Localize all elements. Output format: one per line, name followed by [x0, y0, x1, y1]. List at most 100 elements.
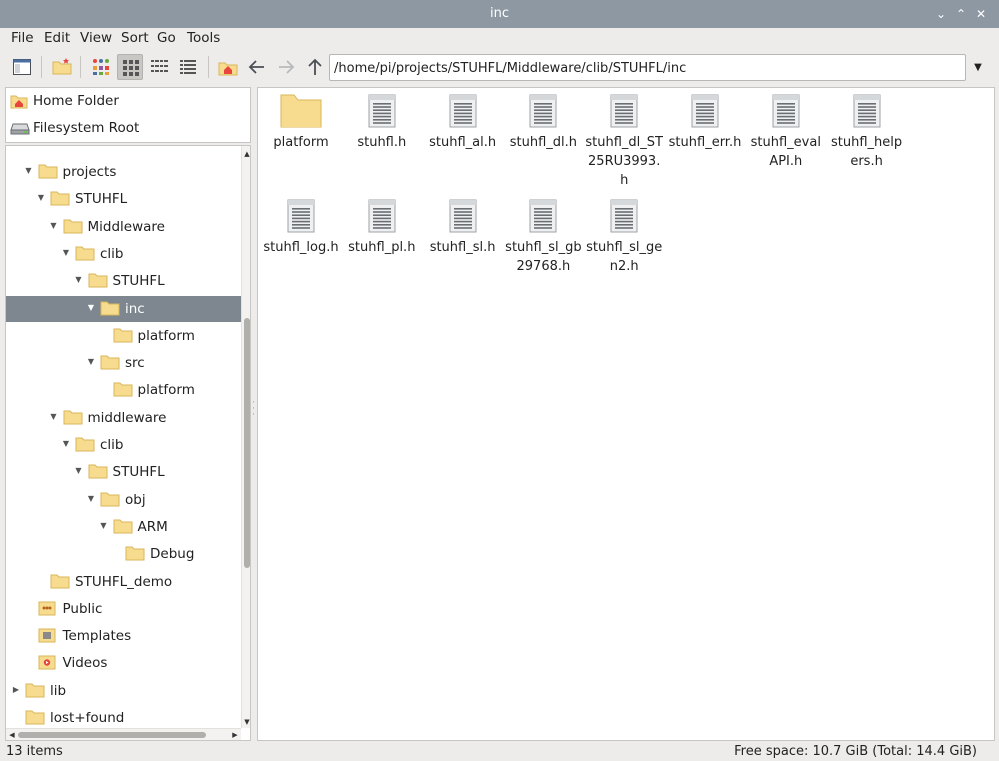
file-item[interactable]: stuhfl_evalAPI.h — [747, 93, 825, 171]
scroll-left-arrow-icon[interactable]: ◀ — [6, 729, 18, 740]
expander-open-icon[interactable]: ▼ — [35, 192, 47, 204]
tree-item-public[interactable]: Public — [6, 596, 241, 622]
tree-item-label: STUHFL — [112, 464, 165, 481]
folder-icon — [50, 574, 70, 588]
scroll-right-arrow-icon[interactable]: ▶ — [229, 729, 241, 740]
file-name: stuhfl_evalAPI.h — [750, 135, 821, 169]
expander-open-icon[interactable]: ▼ — [85, 356, 97, 368]
folder-item[interactable]: platform — [262, 93, 340, 152]
menu-file[interactable]: File — [11, 30, 34, 46]
file-name: platform — [273, 135, 329, 150]
file-view[interactable]: platform stuhfl.h stuhfl_al.h stuhfl_dl.h st… — [257, 87, 995, 741]
tree-item-inc[interactable]: ▼ inc — [6, 295, 241, 322]
directory-tree[interactable]: ▼ projects ▼ STUHFL ▼ Middleware ▼ clib ▼ STUHFL ▼… — [5, 145, 251, 741]
new-folder-button[interactable] — [49, 54, 75, 80]
forward-button[interactable] — [273, 54, 299, 80]
tree-item-templates[interactable]: Templates — [6, 623, 241, 649]
menu-sort[interactable]: Sort — [121, 30, 149, 46]
view-icons-button[interactable] — [117, 54, 143, 80]
place-filesystem-root[interactable]: Filesystem Root — [6, 115, 250, 141]
file-item[interactable]: stuhfl.h — [343, 93, 421, 152]
expander-open-icon[interactable]: ▼ — [98, 520, 110, 532]
tree-item-label: lost+found — [50, 710, 125, 726]
title-bar[interactable]: inc ⌄ ⌃ ✕ — [0, 0, 999, 28]
tree-item-lib[interactable]: ▶ lib — [6, 678, 241, 704]
expander-open-icon[interactable]: ▼ — [85, 493, 97, 505]
arrow-up-icon — [308, 58, 322, 75]
tree-vertical-scrollbar[interactable]: ▲ ▼ — [241, 146, 250, 728]
menu-edit[interactable]: Edit — [44, 30, 70, 46]
home-button[interactable] — [215, 54, 241, 80]
new-window-button[interactable] — [9, 54, 35, 80]
file-item[interactable]: stuhfl_helpers.h — [828, 93, 906, 171]
file-item[interactable]: stuhfl_sl_gb29768.h — [504, 198, 582, 276]
file-item[interactable]: stuhfl_sl_gen2.h — [585, 198, 663, 276]
expander-open-icon[interactable]: ▼ — [85, 302, 97, 314]
minimize-button[interactable]: ⌄ — [932, 5, 950, 23]
up-button[interactable] — [302, 54, 328, 80]
tree-horizontal-scrollbar[interactable]: ◀ ▶ — [6, 728, 241, 740]
tree-item-clib[interactable]: ▼ clib — [6, 241, 241, 267]
menu-go[interactable]: Go — [157, 30, 176, 46]
file-item[interactable]: stuhfl_log.h — [262, 198, 340, 257]
tree-item-videos[interactable]: Videos — [6, 650, 241, 676]
scroll-thumb[interactable] — [18, 732, 206, 738]
pane-splitter[interactable]: · · · — [251, 399, 256, 420]
close-button[interactable]: ✕ — [972, 5, 990, 23]
file-item[interactable]: stuhfl_sl.h — [424, 198, 502, 257]
place-home-folder[interactable]: Home Folder — [6, 88, 250, 114]
tree-item-stuhfl-demo[interactable]: STUHFL_demo — [6, 569, 241, 595]
file-item[interactable]: stuhfl_dl_ST25RU3993.h — [585, 93, 663, 190]
tree-item-middleware[interactable]: ▼ Middleware — [6, 214, 241, 240]
tree-item-clib[interactable]: ▼ clib — [6, 432, 241, 458]
file-item[interactable]: stuhfl_al.h — [424, 93, 502, 152]
back-button[interactable] — [244, 54, 270, 80]
path-history-dropdown[interactable]: ▼ — [968, 58, 988, 78]
view-thumbnails-button[interactable] — [88, 54, 114, 80]
tree-item-label: Middleware — [87, 218, 165, 235]
scroll-up-arrow-icon[interactable]: ▲ — [242, 148, 250, 160]
location-bar[interactable] — [329, 54, 966, 81]
expander-open-icon[interactable]: ▼ — [23, 165, 35, 177]
tree-item-platform[interactable]: platform — [6, 377, 241, 403]
maximize-button[interactable]: ⌃ — [952, 5, 970, 23]
tree-item-platform[interactable]: platform — [6, 323, 241, 349]
text-file-icon — [610, 94, 638, 128]
file-name: stuhfl_log.h — [263, 240, 339, 255]
folder-icon — [38, 164, 57, 179]
tree-item-src[interactable]: ▼ src — [6, 350, 241, 376]
scroll-thumb[interactable] — [244, 318, 250, 568]
tree-item-obj[interactable]: ▼ obj — [6, 487, 241, 513]
menu-tools[interactable]: Tools — [187, 30, 220, 46]
tree-item-label: projects — [62, 164, 117, 180]
tree-item-debug[interactable]: Debug — [6, 541, 241, 567]
menu-view[interactable]: View — [80, 30, 112, 46]
expander-open-icon[interactable]: ▼ — [48, 220, 60, 232]
tree-item-stuhfl[interactable]: ▼ STUHFL — [6, 186, 241, 212]
tree-item-stuhfl[interactable]: ▼ STUHFL — [6, 268, 241, 294]
file-name: stuhfl_sl_gb29768.h — [505, 240, 582, 274]
view-compact-button[interactable] — [146, 54, 172, 80]
file-name: stuhfl_sl.h — [429, 240, 496, 255]
folder-icon — [25, 683, 45, 698]
folder-icon — [63, 410, 82, 425]
expander-open-icon[interactable]: ▼ — [73, 465, 85, 477]
expander-open-icon[interactable]: ▼ — [73, 274, 85, 286]
scroll-down-arrow-icon[interactable]: ▼ — [242, 716, 250, 728]
tree-item-projects[interactable]: ▼ projects — [6, 159, 241, 185]
tree-item-stuhfl[interactable]: ▼ STUHFL — [6, 459, 241, 485]
path-input[interactable] — [334, 59, 954, 77]
file-item[interactable]: stuhfl_dl.h — [504, 93, 582, 152]
tree-item-arm[interactable]: ▼ ARM — [6, 514, 241, 540]
expander-open-icon[interactable]: ▼ — [48, 411, 60, 423]
tree-item-middleware[interactable]: ▼ middleware — [6, 405, 241, 431]
file-item[interactable]: stuhfl_pl.h — [343, 198, 421, 257]
expander-open-icon[interactable]: ▼ — [60, 247, 72, 259]
tree-item-label: platform — [137, 327, 195, 344]
view-list-button[interactable] — [175, 54, 201, 80]
places-panel: Home Folder Filesystem Root — [5, 87, 251, 143]
expander-closed-icon[interactable]: ▶ — [10, 684, 22, 696]
folder-icon — [113, 382, 132, 397]
expander-open-icon[interactable]: ▼ — [60, 438, 72, 450]
file-item[interactable]: stuhfl_err.h — [666, 93, 744, 152]
